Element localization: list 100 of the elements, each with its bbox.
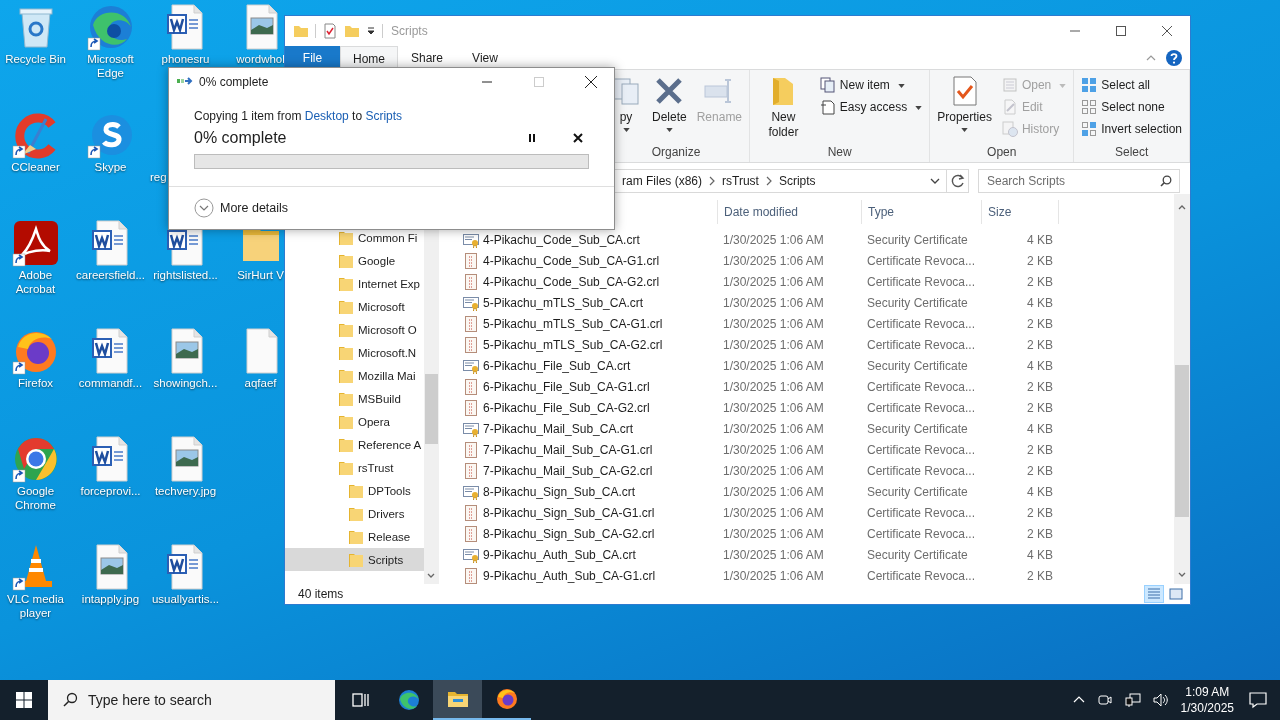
ribbon-group-label: Organize	[650, 145, 702, 161]
file-name[interactable]: 5-Pikachu_mTLS_Sub_CA.crt	[483, 295, 644, 310]
tree-item[interactable]: Microsoft	[285, 295, 425, 318]
ribbon-tab[interactable]: Share	[398, 46, 456, 69]
tree-item[interactable]: rsTrust	[285, 456, 425, 479]
column-header[interactable]: Date modified	[717, 200, 861, 224]
notifications-icon[interactable]	[1248, 690, 1268, 710]
table-cell-text: 2 KB	[1026, 379, 1054, 394]
taskbar-app-button[interactable]	[433, 680, 482, 720]
new-folder-button[interactable]: New folder	[754, 73, 813, 145]
caret-icon	[897, 84, 905, 88]
browser-icon[interactable]	[11, 435, 60, 483]
file-name[interactable]: 4-Pikachu_Code_Sub_CA-G2.crl	[483, 274, 660, 289]
column-header[interactable]: Type	[861, 200, 981, 224]
tree-item[interactable]: Drivers	[285, 502, 425, 525]
folder-icon	[338, 436, 354, 453]
icon-label: Skype	[94, 160, 127, 174]
file-name[interactable]: 7-Pikachu_Mail_Sub_CA.crt	[483, 421, 634, 436]
tree-item[interactable]: Internet Exp	[285, 272, 425, 295]
tree-item[interactable]: DPTools	[285, 479, 425, 502]
tree-item[interactable]: Scripts	[285, 548, 425, 571]
table-cell-text: 2 KB	[1026, 316, 1054, 331]
file-name[interactable]: 4-Pikachu_Code_Sub_CA.crt	[483, 232, 640, 247]
table-cell-text: 2 KB	[1026, 337, 1054, 352]
file-name[interactable]: 8-Pikachu_Sign_Sub_CA-G1.crl	[483, 505, 655, 520]
icon-label: reg	[150, 170, 167, 184]
properties-icon[interactable]	[322, 23, 338, 39]
open-icon	[1001, 77, 1018, 93]
file-name[interactable]: 5-Pikachu_mTLS_Sub_CA-G2.crl	[483, 337, 663, 352]
table-cell-text: 2 KB	[1026, 505, 1054, 520]
tree-item[interactable]: Microsoft.N	[285, 341, 425, 364]
file-name[interactable]: 7-Pikachu_Mail_Sub_CA-G2.crl	[483, 463, 653, 478]
browser-icon[interactable]	[86, 3, 135, 51]
scroll-thumb[interactable]	[1175, 365, 1189, 517]
tree-item[interactable]: Opera	[285, 410, 425, 433]
clock[interactable]: 1:09 AM 1/30/2025	[1180, 684, 1234, 716]
file-name[interactable]: 7-Pikachu_Mail_Sub_CA-G1.crl	[483, 442, 653, 457]
column-header[interactable]: Size	[981, 200, 1059, 224]
file-name[interactable]: 6-Pikachu_File_Sub_CA-G2.crl	[483, 400, 650, 415]
folder-icon	[338, 413, 354, 430]
icon-label: phonesru	[161, 52, 210, 66]
table-cell-text: 1/30/2025 1:06 AM	[722, 253, 825, 268]
select-none-button[interactable]: Select none	[1078, 97, 1185, 117]
icon-label: usuallyartis...	[151, 592, 220, 606]
file-menu-tab[interactable]: File	[285, 46, 340, 69]
certificate-icon	[463, 357, 479, 374]
table-cell-text: 2 KB	[1026, 568, 1054, 583]
scroll-thumb[interactable]	[425, 374, 438, 444]
properties-button[interactable]: Properties	[934, 73, 995, 145]
certificate-icon	[463, 231, 479, 248]
folder-icon	[338, 344, 354, 361]
volume-icon[interactable]	[1152, 692, 1169, 708]
close-icon	[585, 76, 597, 88]
file-name[interactable]: 4-Pikachu_Code_Sub_CA-G1.crl	[483, 253, 660, 268]
table-cell-text: 4 KB	[1026, 547, 1054, 562]
select-all-button[interactable]: Select all	[1078, 75, 1185, 95]
tree-item[interactable]: Google	[285, 249, 425, 272]
tree-item[interactable]: Common Fi	[285, 226, 425, 249]
tree-item[interactable]: Mozilla Mai	[285, 364, 425, 387]
more-details-button[interactable]: More details	[194, 198, 289, 218]
file-name[interactable]: 5-Pikachu_mTLS_Sub_CA-G1.crl	[483, 316, 663, 331]
tree-item[interactable]: Reference A	[285, 433, 425, 456]
source-link[interactable]: Desktop	[304, 109, 349, 123]
breadcrumb[interactable]: rsTrust	[722, 174, 759, 188]
refresh-button[interactable]	[947, 169, 969, 193]
delete-button[interactable]: Delete	[649, 73, 690, 145]
file-name[interactable]: 9-Pikachu_Auth_Sub_CA-G1.crl	[483, 568, 656, 583]
new-item-button[interactable]: New item	[816, 75, 926, 95]
destination-link[interactable]: Scripts	[365, 109, 403, 123]
search-field[interactable]: Search Scripts	[978, 169, 1180, 193]
breadcrumb[interactable]: Scripts	[778, 174, 816, 188]
dropdown-icon[interactable]	[930, 176, 940, 186]
file-name[interactable]: 6-Pikachu_File_Sub_CA-G1.crl	[483, 379, 650, 394]
folder-icon	[338, 229, 354, 246]
file-name[interactable]: 9-Pikachu_Auth_Sub_CA.crt	[483, 547, 636, 562]
pdf-app-icon[interactable]	[11, 219, 60, 267]
dialog-title: 0% complete	[199, 75, 269, 89]
table-cell-text: 4 KB	[1026, 421, 1054, 436]
tree-item[interactable]: Microsoft O	[285, 318, 425, 341]
easy-access-button[interactable]: Easy access	[816, 97, 926, 117]
table-cell-text: 1/30/2025 1:06 AM	[722, 232, 825, 247]
file-name[interactable]: 8-Pikachu_Sign_Sub_CA.crt	[483, 484, 636, 499]
chevron-icon	[709, 176, 715, 186]
taskbar-search-field[interactable]: Type here to search	[48, 680, 335, 720]
ribbon-tab[interactable]: Home	[340, 46, 398, 70]
tree-item[interactable]: MSBuild	[285, 387, 425, 410]
ribbon-tab[interactable]: View	[456, 46, 514, 69]
invert-selection-button[interactable]: Invert selection	[1078, 119, 1185, 139]
network-icon[interactable]	[1124, 692, 1141, 708]
history-icon	[1001, 121, 1018, 137]
help-icon[interactable]	[1166, 49, 1182, 66]
table-cell-text: Certificate Revoca...	[866, 505, 977, 520]
scrollbar[interactable]	[1174, 194, 1190, 584]
caret-icon[interactable]	[366, 26, 376, 36]
tree-item[interactable]: Release	[285, 525, 425, 548]
table-cell-text: Certificate Revoca...	[866, 526, 977, 541]
breadcrumb[interactable]: ram Files (x86)	[622, 174, 702, 188]
camera-icon[interactable]	[1096, 692, 1113, 708]
file-name[interactable]: 6-Pikachu_File_Sub_CA.crt	[483, 358, 631, 373]
file-name[interactable]: 8-Pikachu_Sign_Sub_CA-G2.crl	[483, 526, 655, 541]
